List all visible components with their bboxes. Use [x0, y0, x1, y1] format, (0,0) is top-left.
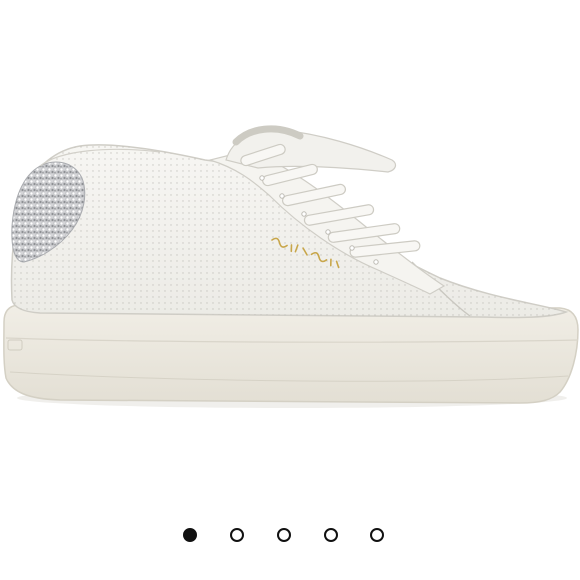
sneaker-sole	[3, 304, 579, 404]
product-gallery	[0, 0, 580, 580]
image-pager	[0, 522, 580, 552]
pager-dot-3[interactable]	[277, 528, 291, 542]
pager-dot-4[interactable]	[324, 528, 338, 542]
pager-dot-5[interactable]	[370, 528, 384, 542]
pager-dot-2[interactable]	[230, 528, 244, 542]
sneaker-product-image	[3, 125, 579, 408]
pager-dot-1[interactable]	[183, 528, 197, 542]
